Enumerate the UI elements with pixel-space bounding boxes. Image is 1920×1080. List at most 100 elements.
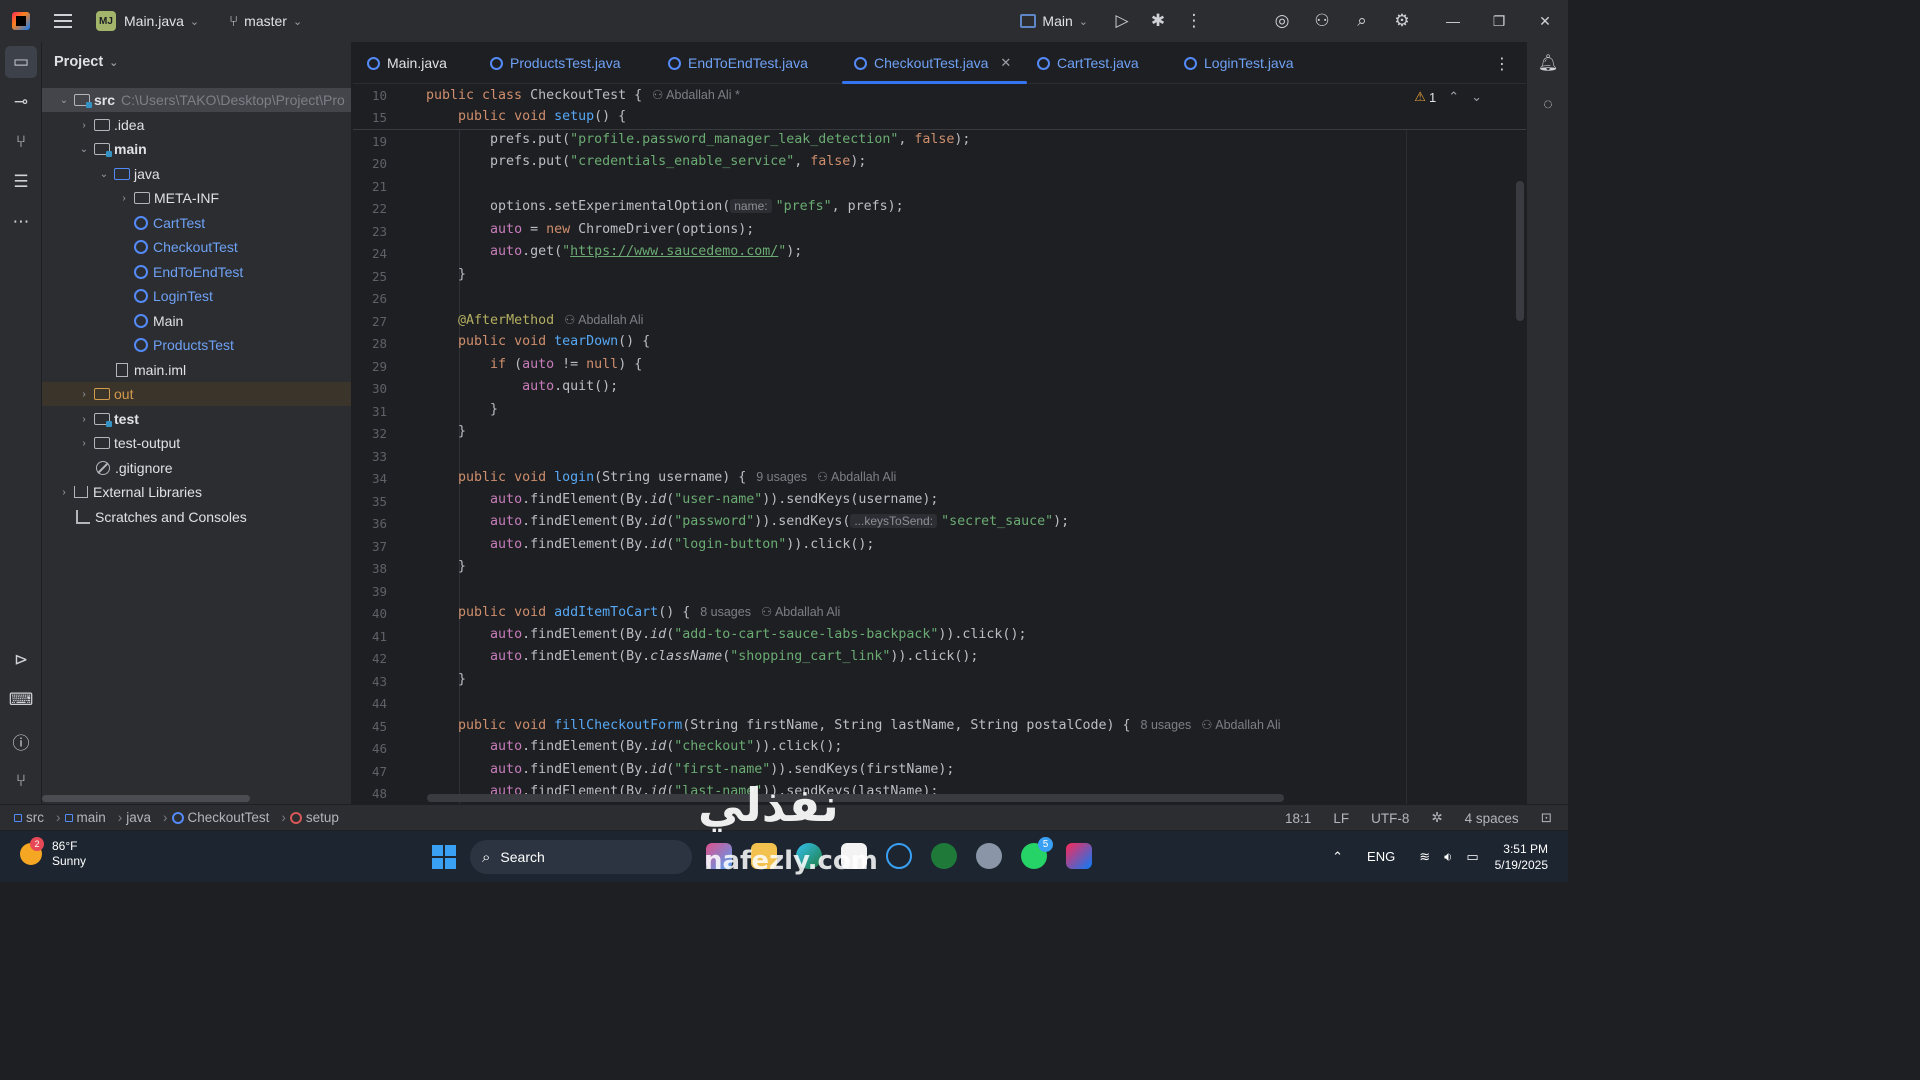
author-hint[interactable]: ⚇ Abdallah Ali bbox=[1201, 718, 1280, 732]
whatsapp-icon[interactable]: 5 bbox=[1021, 837, 1053, 869]
main-menu-icon[interactable] bbox=[54, 14, 72, 28]
weather-widget[interactable]: 2 86°F Sunny bbox=[20, 837, 86, 869]
branch-selector[interactable]: master ⌄ bbox=[244, 13, 302, 29]
indent-setting[interactable]: 4 spaces bbox=[1465, 811, 1519, 826]
code-editor[interactable]: 10 15 public class CheckoutTest {⚇ Abdal… bbox=[353, 85, 1526, 804]
tab-productstest-java[interactable]: ProductsTest.java bbox=[490, 42, 621, 84]
code-area[interactable]: prefs.put("profile.password_manager_leak… bbox=[423, 85, 1523, 804]
more-actions-icon[interactable]: ⋮ bbox=[1176, 11, 1212, 31]
usages-hint[interactable]: 9 usages bbox=[756, 470, 807, 484]
tab-carttest-java[interactable]: CartTest.java bbox=[1037, 42, 1139, 84]
tree-item-src[interactable]: ⌄ src C:\Users\TAKO\Desktop\Project\Pro bbox=[42, 88, 351, 112]
add-user-icon[interactable]: ⚇ bbox=[1302, 11, 1342, 31]
run-icon[interactable]: ▷ bbox=[1104, 11, 1140, 31]
chevron-up-icon[interactable]: ⌃ bbox=[1332, 849, 1343, 865]
line-separator[interactable]: LF bbox=[1333, 811, 1349, 826]
breadcrumb-item[interactable]: java bbox=[126, 810, 151, 825]
tree-item-main-class[interactable]: Main bbox=[132, 309, 183, 333]
chevron-right-icon[interactable]: › bbox=[76, 414, 92, 425]
battery-icon[interactable]: ▭ bbox=[1466, 849, 1478, 865]
chevron-right-icon[interactable]: › bbox=[116, 193, 132, 204]
terminal-icon[interactable]: ⌨ bbox=[0, 680, 42, 720]
chevron-down-icon[interactable]: ⌄ bbox=[56, 95, 72, 106]
windows-start-icon[interactable] bbox=[432, 845, 456, 869]
tree-item-logintest[interactable]: LoginTest bbox=[132, 284, 213, 308]
tree-item-meta-inf[interactable]: › META-INF bbox=[116, 186, 219, 210]
chevron-right-icon[interactable]: › bbox=[76, 389, 92, 400]
author-hint[interactable]: ⚇ Abdallah Ali * bbox=[652, 88, 740, 102]
chevron-down-icon[interactable]: ⌄ bbox=[76, 144, 92, 155]
chevron-down-icon[interactable]: ⌄ bbox=[1471, 89, 1482, 105]
ai-assistant-icon[interactable]: ◎ bbox=[1262, 11, 1302, 31]
tree-item-test-output[interactable]: › test-output bbox=[76, 431, 180, 455]
tree-item-checkouttest[interactable]: CheckoutTest bbox=[132, 235, 238, 259]
project-badge[interactable]: MJ bbox=[96, 11, 116, 31]
breadcrumb-item[interactable]: src bbox=[26, 810, 44, 825]
chevron-right-icon[interactable]: › bbox=[76, 438, 92, 449]
caret-position[interactable]: 18:1 bbox=[1285, 811, 1311, 826]
close-icon[interactable]: ✕ bbox=[1522, 13, 1568, 30]
taskbar-search[interactable]: ⌕ Search bbox=[470, 840, 692, 874]
project-selector[interactable]: Main.java ⌄ bbox=[124, 13, 199, 29]
intellij-taskbar-icon[interactable] bbox=[1066, 843, 1092, 869]
sticky-scroll-header[interactable]: 10 15 public class CheckoutTest {⚇ Abdal… bbox=[353, 85, 1526, 130]
horizontal-scrollbar[interactable] bbox=[427, 794, 1284, 802]
vertical-scrollbar[interactable] bbox=[1516, 181, 1524, 321]
tab-endtoendtest-java[interactable]: EndToEndTest.java bbox=[668, 42, 808, 84]
tree-item-scratches[interactable]: Scratches and Consoles bbox=[74, 505, 247, 529]
ai-chat-icon[interactable]: ◌ bbox=[1527, 84, 1569, 126]
usages-hint[interactable]: 8 usages bbox=[1141, 718, 1192, 732]
breadcrumb-item[interactable]: setup bbox=[306, 810, 339, 825]
u-app-icon[interactable] bbox=[931, 843, 957, 869]
volume-icon[interactable]: 🔉︎ bbox=[1444, 849, 1452, 865]
tree-item-out[interactable]: › out bbox=[42, 382, 351, 406]
lock-icon[interactable]: ⊡ bbox=[1541, 810, 1552, 826]
chevron-down-icon[interactable]: ⌄ bbox=[96, 169, 112, 180]
tree-item-java[interactable]: ⌄ java bbox=[96, 162, 160, 186]
services-icon[interactable]: ⊳ bbox=[0, 640, 42, 680]
chevron-right-icon[interactable]: › bbox=[76, 120, 92, 131]
tree-item-external-libraries[interactable]: › External Libraries bbox=[56, 480, 202, 504]
minimize-icon[interactable]: — bbox=[1430, 13, 1476, 29]
search-icon[interactable]: ⌕ bbox=[1342, 11, 1382, 31]
git-icon[interactable]: ⑂ bbox=[0, 761, 42, 801]
usages-hint[interactable]: 8 usages bbox=[700, 605, 751, 619]
run-config-selector[interactable]: Main ⌄ bbox=[1020, 13, 1088, 29]
project-panel-header[interactable]: Project ⌄ bbox=[42, 42, 351, 82]
project-panel-scrollbar[interactable] bbox=[42, 795, 250, 802]
tree-item-main[interactable]: ⌄ main bbox=[76, 137, 147, 161]
tab-logintest-java[interactable]: LoginTest.java bbox=[1184, 42, 1294, 84]
line-gutter[interactable]: 19 20 21 22 23 24 25 26 27 28 29 30 31 3… bbox=[353, 85, 423, 804]
c-app-icon[interactable] bbox=[886, 843, 912, 869]
settings-app-icon[interactable] bbox=[976, 843, 1002, 869]
file-encoding[interactable]: UTF-8 bbox=[1371, 811, 1409, 826]
breadcrumb-item[interactable]: main bbox=[77, 810, 106, 825]
inspection-widget[interactable]: ⚠ 1 ⌃ ⌄ bbox=[1414, 89, 1482, 105]
author-hint[interactable]: ⚇ Abdallah Ali bbox=[564, 313, 643, 327]
breadcrumb-item[interactable]: CheckoutTest bbox=[188, 810, 270, 825]
pull-requests-icon[interactable]: ⑂ bbox=[0, 122, 42, 162]
settings-gear-icon[interactable]: ⚙ bbox=[1382, 11, 1422, 31]
close-tab-icon[interactable]: ✕ bbox=[1000, 55, 1011, 71]
tree-item-main-iml[interactable]: main.iml bbox=[114, 358, 186, 382]
tabs-more-icon[interactable]: ⋮ bbox=[1494, 54, 1510, 74]
tree-item-idea[interactable]: › .idea bbox=[76, 113, 144, 137]
debug-icon[interactable]: ✱ bbox=[1140, 11, 1176, 31]
problems-icon[interactable]: ⓘ bbox=[0, 721, 42, 761]
project-tool-icon[interactable]: ▭ bbox=[5, 46, 37, 78]
clock[interactable]: 3:51 PM 5/19/2025 bbox=[1495, 841, 1548, 873]
more-tools-icon[interactable]: ⋯ bbox=[0, 202, 42, 242]
structure-tool-icon[interactable]: ☰ bbox=[0, 162, 42, 202]
tab-checkouttest-java[interactable]: CheckoutTest.java ✕ bbox=[841, 42, 1028, 84]
tree-item-carttest[interactable]: CartTest bbox=[132, 211, 205, 235]
inspection-profile-icon[interactable]: ✲ bbox=[1431, 810, 1442, 826]
restore-icon[interactable]: ❐ bbox=[1476, 13, 1522, 30]
tree-item-productstest[interactable]: ProductsTest bbox=[132, 333, 234, 357]
chevron-right-icon[interactable]: › bbox=[56, 487, 72, 498]
tab-main-java[interactable]: Main.java bbox=[367, 42, 447, 84]
language-indicator[interactable]: ENG bbox=[1367, 849, 1395, 864]
commit-tool-icon[interactable]: ⊸ bbox=[0, 82, 42, 122]
intellij-logo-icon[interactable] bbox=[12, 12, 30, 30]
tree-item-gitignore[interactable]: .gitignore bbox=[94, 456, 173, 480]
author-hint[interactable]: ⚇ Abdallah Ali bbox=[817, 470, 896, 484]
